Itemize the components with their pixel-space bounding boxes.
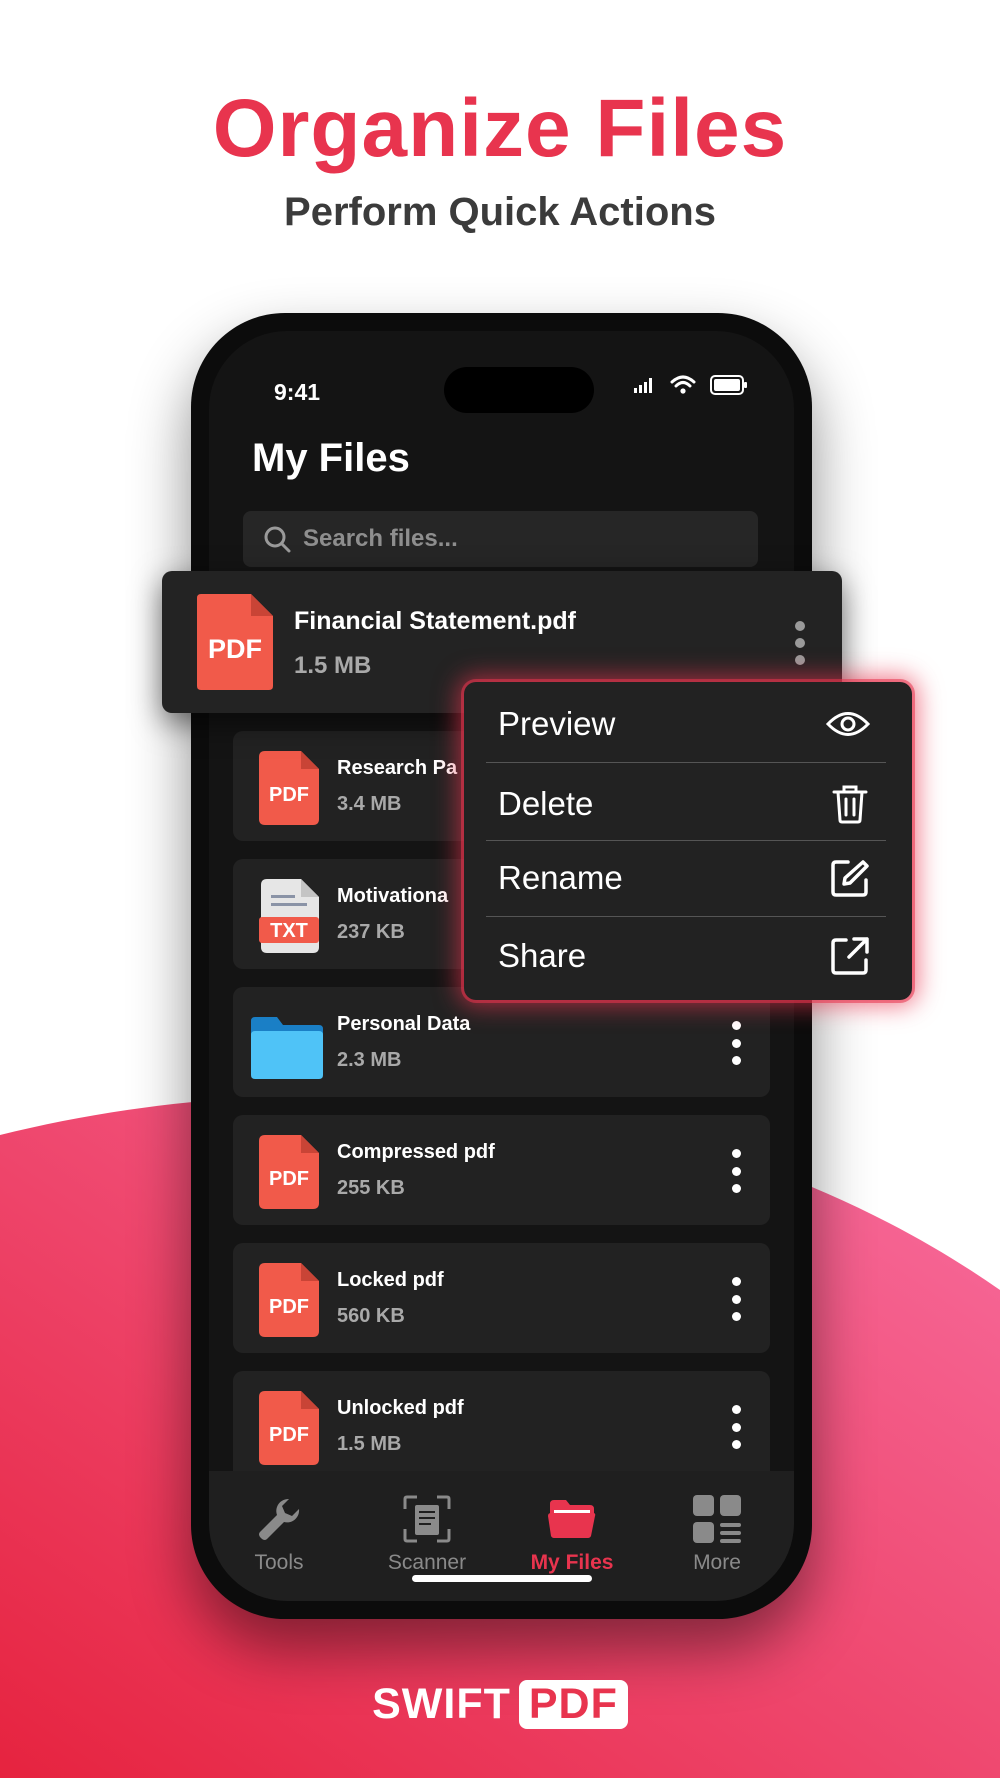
trash-icon	[832, 785, 868, 824]
tab-label: My Files	[530, 1551, 614, 1574]
file-row[interactable]: PDF Locked pdf 560 KB	[233, 1243, 770, 1353]
more-options-icon[interactable]	[792, 621, 808, 665]
tab-my-files[interactable]: My Files	[512, 1491, 632, 1575]
pdf-file-icon: PDF	[197, 594, 273, 690]
menu-item-label: Delete	[498, 785, 594, 822]
menu-item-preview[interactable]: Preview	[486, 686, 886, 762]
folder-open-icon	[548, 1500, 596, 1538]
file-row[interactable]: PDF Compressed pdf 255 KB	[233, 1115, 770, 1225]
dynamic-island	[444, 367, 594, 413]
file-size: 1.5 MB	[337, 1433, 402, 1455]
file-icon-text: PDF	[208, 634, 262, 664]
pdf-file-icon: PDF	[259, 1391, 319, 1465]
more-options-icon[interactable]	[728, 1021, 744, 1065]
search-input[interactable]	[303, 525, 723, 553]
file-icon-text: TXT	[270, 920, 308, 942]
status-icons	[634, 375, 748, 395]
file-icon-text: PDF	[269, 1424, 309, 1446]
folder-icon	[251, 1017, 323, 1079]
file-row[interactable]: Personal Data 2.3 MB	[233, 987, 770, 1097]
file-icon-text: PDF	[269, 1168, 309, 1190]
file-size: 3.4 MB	[337, 793, 402, 815]
signal-icon	[634, 378, 652, 393]
eye-icon	[826, 712, 870, 736]
file-size: 2.3 MB	[337, 1049, 402, 1071]
pdf-file-icon: PDF	[259, 1135, 319, 1209]
menu-item-label: Share	[498, 937, 587, 974]
brand-word-swift: SWIFT	[372, 1680, 511, 1728]
more-options-icon[interactable]	[728, 1149, 744, 1193]
menu-divider	[486, 916, 886, 917]
scanner-icon	[403, 1495, 451, 1543]
wifi-icon	[670, 375, 696, 394]
tab-label: More	[693, 1551, 741, 1574]
tab-label: Scanner	[387, 1551, 467, 1574]
txt-file-icon: TXT	[259, 879, 319, 953]
tab-scanner[interactable]: Scanner	[367, 1491, 487, 1575]
search-bar[interactable]	[243, 511, 758, 567]
search-icon	[264, 526, 291, 553]
battery-icon	[710, 375, 747, 395]
file-size: 237 KB	[337, 921, 405, 943]
menu-item-share[interactable]: Share	[486, 918, 886, 994]
hero-subtitle: Perform Quick Actions	[284, 190, 716, 234]
tab-label: Tools	[254, 1551, 304, 1574]
file-name: Unlocked pdf	[337, 1397, 464, 1419]
file-size: 255 KB	[337, 1177, 405, 1199]
menu-item-rename[interactable]: Rename	[486, 840, 886, 916]
bottom-tab-bar: Tools Scanner My Files More	[209, 1471, 794, 1601]
tab-more[interactable]: More	[657, 1491, 777, 1575]
brand-word-pdf: PDF	[518, 1680, 628, 1729]
file-name: Financial Statement.pdf	[294, 607, 576, 635]
file-name: Locked pdf	[337, 1269, 444, 1291]
menu-divider	[486, 762, 886, 763]
context-menu: Preview Delete Rename Share	[464, 682, 912, 1000]
grid-icon	[693, 1495, 741, 1543]
brand-logo: SWIFT PDF	[0, 1680, 1000, 1729]
page-title: My Files	[252, 436, 410, 480]
file-size: 1.5 MB	[294, 652, 372, 679]
file-name: Compressed pdf	[337, 1141, 495, 1163]
status-time: 9:41	[274, 379, 321, 405]
menu-item-label: Rename	[498, 859, 623, 896]
wrench-icon	[259, 1498, 300, 1540]
menu-item-label: Preview	[498, 705, 616, 742]
pdf-file-icon: PDF	[259, 1263, 319, 1337]
menu-item-delete[interactable]: Delete	[486, 766, 886, 842]
external-link-icon	[831, 937, 869, 975]
file-icon-text: PDF	[269, 1296, 309, 1318]
file-row[interactable]: PDF Unlocked pdf 1.5 MB	[233, 1371, 770, 1481]
tab-tools[interactable]: Tools	[219, 1491, 339, 1575]
edit-icon	[831, 860, 869, 897]
file-size: 560 KB	[337, 1305, 405, 1327]
home-indicator	[412, 1575, 592, 1582]
file-name: Motivationa	[337, 885, 449, 907]
more-options-icon[interactable]	[728, 1405, 744, 1449]
pdf-file-icon: PDF	[259, 751, 319, 825]
more-options-icon[interactable]	[728, 1277, 744, 1321]
hero-title: Organize Files	[212, 83, 788, 174]
file-name: Research Pa	[337, 757, 458, 779]
file-name: Personal Data	[337, 1013, 471, 1035]
file-icon-text: PDF	[269, 784, 309, 806]
